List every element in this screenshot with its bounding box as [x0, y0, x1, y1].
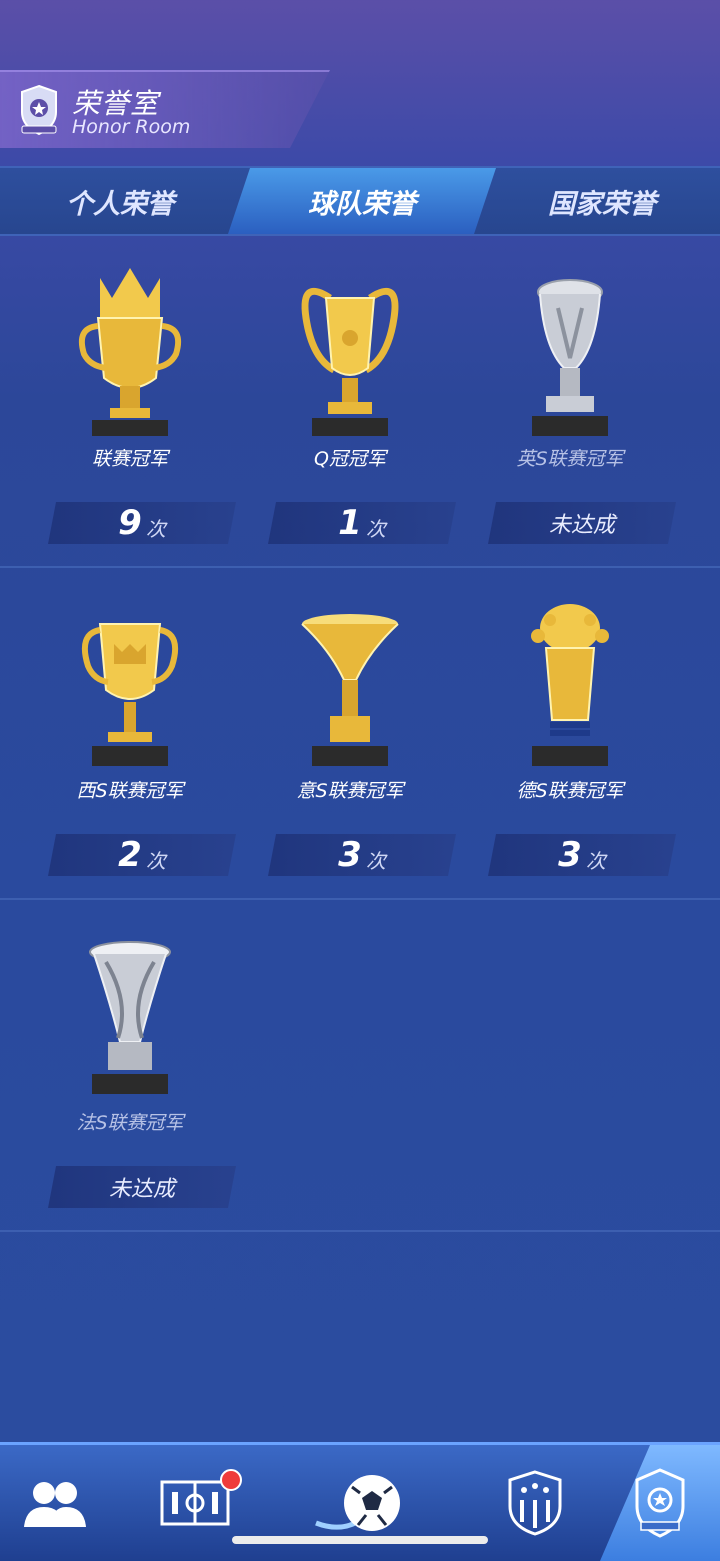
- trophy-card[interactable]: 英S联赛冠军 未达成: [460, 234, 680, 566]
- notification-dot: [220, 1469, 242, 1491]
- page-subtitle: Honor Room: [72, 116, 191, 138]
- trophy-count: 9 次: [48, 502, 236, 544]
- trophy-name: 西S联赛冠军: [76, 780, 184, 802]
- trophy-name: 英S联赛冠军: [516, 448, 624, 470]
- trophy-card[interactable]: Q冠冠军 1 次: [240, 234, 460, 566]
- football-icon: [315, 1475, 400, 1531]
- honor-tabs: 个人荣誉 球队荣誉 国家荣誉: [0, 166, 720, 236]
- club-shield-icon: [508, 1470, 562, 1536]
- trophy-card[interactable]: 德S联赛冠军 3 次: [460, 566, 680, 898]
- home-indicator[interactable]: [232, 1536, 488, 1544]
- trophy-status: 未达成: [488, 502, 676, 544]
- trophy-name: 意S联赛冠军: [296, 780, 404, 802]
- germany-league-trophy-icon: [531, 604, 609, 766]
- trophy-card[interactable]: 西S联赛冠军 2 次: [20, 566, 240, 898]
- league-trophy-icon: [78, 268, 182, 436]
- trophy-name: Q冠冠军: [314, 448, 386, 470]
- trophy-name: 联赛冠军: [91, 448, 168, 470]
- spain-league-trophy-icon: [82, 623, 178, 766]
- silver-trophy-icon: [532, 279, 608, 436]
- trophy-card[interactable]: 意S联赛冠军 3 次: [240, 566, 460, 898]
- trophy-card[interactable]: 联赛冠军 9 次: [20, 234, 240, 566]
- champions-cup-icon: [301, 287, 399, 436]
- trophy-emblem-icon: [21, 84, 57, 136]
- team-icon: [24, 1482, 86, 1527]
- trophy-grid: 联赛冠军 9 次 Q冠冠军 1 次 英S联赛冠军 未达成 西S联赛冠军 2 次 …: [0, 234, 720, 1442]
- nav-club[interactable]: [480, 1445, 590, 1561]
- trophy-name: 法S联赛冠军: [76, 1112, 184, 1134]
- france-league-trophy-icon: [89, 941, 171, 1094]
- trophy-count: 2 次: [48, 834, 236, 876]
- tab-personal-honor[interactable]: 个人荣誉: [0, 168, 240, 234]
- tab-team-honor[interactable]: 球队荣誉: [228, 168, 496, 234]
- trophy-count: 3 次: [268, 834, 456, 876]
- tab-national-honor[interactable]: 国家荣誉: [484, 168, 720, 234]
- nav-honor[interactable]: [600, 1445, 720, 1561]
- trophy-name: 德S联赛冠军: [516, 780, 624, 802]
- italy-league-trophy-icon: [301, 614, 399, 766]
- trophy-count: 3 次: [488, 834, 676, 876]
- trophy-status: 未达成: [48, 1166, 236, 1208]
- nav-team[interactable]: [0, 1445, 110, 1561]
- trophy-count: 1 次: [268, 502, 456, 544]
- trophy-card[interactable]: 法S联赛冠军 未达成: [20, 898, 240, 1230]
- formation-icon: [160, 1480, 230, 1526]
- honor-room-header: 荣誉室 Honor Room: [0, 70, 330, 148]
- row-divider: [0, 1230, 720, 1232]
- trophy-emblem-icon: [635, 1468, 685, 1538]
